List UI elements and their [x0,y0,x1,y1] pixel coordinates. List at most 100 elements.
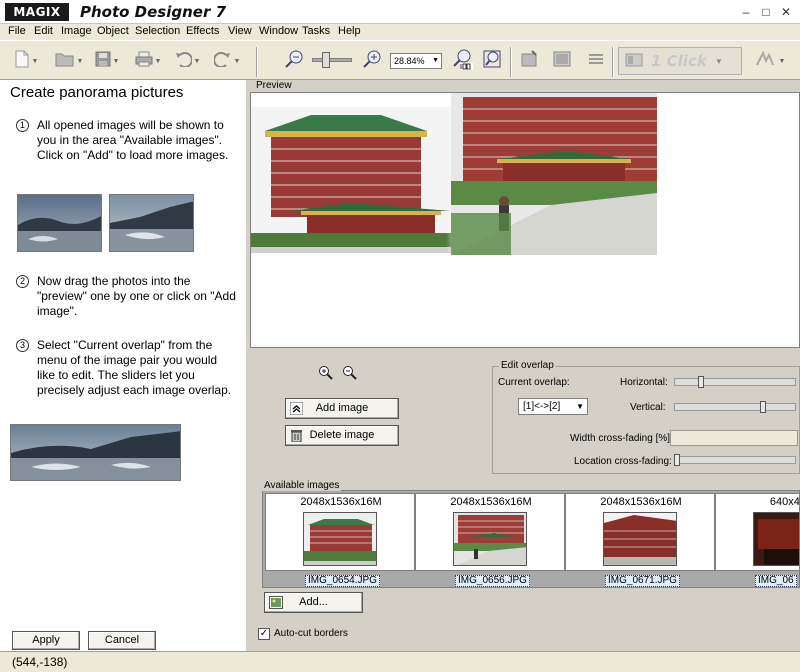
available-images-list[interactable]: 2048x1536x16M IMG_0654.JPG 2048x1536x16M… [262,490,800,588]
available-image-card[interactable]: 640x480 [715,493,799,571]
zoom-slider-thumb[interactable] [322,52,330,68]
auto-cut-borders-label: Auto-cut borders [274,628,348,639]
image-wand-icon [520,49,540,73]
auto-cut-borders-checkbox[interactable]: ✓ [258,628,270,640]
one-click-label: 1 Click [651,52,707,70]
chevron-down-icon: ▼ [233,57,241,65]
step-number: 1 [16,119,29,132]
available-image-item[interactable]: 2048x1536x16M IMG_0654.JPG [265,493,415,587]
magic-tool-button[interactable] [518,49,542,73]
layers-button[interactable] [584,49,608,73]
horizontal-slider-thumb[interactable] [698,376,704,388]
zoom-in-button[interactable] [360,49,384,73]
zoom-out-icon [342,365,358,384]
new-file-icon [14,50,30,72]
close-button[interactable]: ✕ [778,4,794,20]
trash-icon [290,429,303,449]
step-text: All opened images will be shown to you i… [37,118,229,162]
cancel-button[interactable]: Cancel [88,631,156,650]
step-text: Select "Current overlap" from the menu o… [37,338,232,397]
status-bar: (544,-138) [0,651,800,672]
effects-dropdown[interactable]: ▼ [750,49,790,73]
current-overlap-select[interactable]: [1]<->[2] ▼ [518,398,588,415]
app-logo: MAGIX [5,3,69,21]
image-add-icon [269,596,283,616]
menu-view[interactable]: View [228,25,252,37]
available-image-item[interactable]: 2048x1536x16M IMG_0656.JPG [415,493,565,587]
zoom-out-button[interactable] [282,49,306,73]
available-image-card[interactable]: 2048x1536x16M [565,493,715,571]
image-dimensions: 2048x1536x16M [450,496,532,508]
double-chevron-up-icon [289,401,304,422]
zoom-level-value: 28.84% [394,56,425,66]
add-image-button[interactable]: Add image [285,398,399,419]
preview-zoom-out-button[interactable] [340,364,360,384]
zoom-100-button[interactable] [450,49,474,73]
menu-selection[interactable]: Selection [135,25,180,37]
redo-button[interactable]: ▼ [210,49,244,73]
available-images-group: 2048x1536x16M IMG_0654.JPG 2048x1536x16M… [258,480,800,590]
one-click-dropdown[interactable]: 1 Click ▼ [618,47,742,75]
menu-object[interactable]: Object [97,25,129,37]
menu-window[interactable]: Window [259,25,298,37]
new-file-button[interactable]: ▼ [8,49,44,73]
preview-canvas[interactable] [250,92,800,348]
minimize-button[interactable]: – [738,4,754,20]
open-button[interactable]: ▼ [50,49,88,73]
location-cross-fading-slider-thumb[interactable] [674,454,680,466]
vertical-slider-track[interactable] [674,403,796,411]
task-panel: Create panorama pictures 1 All opened im… [0,80,246,656]
menu-bar: File Edit Image Object Selection Effects… [0,24,800,40]
apply-button[interactable]: Apply [12,631,80,650]
toolbar-separator [510,47,512,77]
available-image-item[interactable]: 2048x1536x16M IMG_0671.JPG [565,493,715,587]
toolbar: ▼ ▼ ▼ ▼ ▼ ▼ 28.84% ▼ 1 Click ▼ ▼ [0,40,800,80]
chevron-down-icon: ▼ [778,57,786,65]
zoom-slider-track[interactable] [312,58,352,62]
image-thumbnail [603,512,677,566]
save-button[interactable]: ▼ [90,49,124,73]
add-button[interactable]: Add... [264,592,363,613]
image-filename: IMG_0671.JPG [605,575,680,587]
example-image-2 [109,194,194,252]
location-cross-fading-slider-track[interactable] [674,456,796,464]
undo-icon [174,51,193,71]
available-image-card[interactable]: 2048x1536x16M [415,493,565,571]
available-image-card[interactable]: 2048x1536x16M [265,493,415,571]
toolbar-separator [612,47,614,77]
title-bar: MAGIX Photo Designer 7 – □ ✕ [0,0,800,24]
available-images-legend: Available images [262,480,342,491]
cursor-coordinates: (544,-138) [12,655,68,669]
menu-tasks[interactable]: Tasks [302,25,330,37]
width-cross-fading-slider[interactable] [670,430,798,446]
menu-image[interactable]: Image [61,25,92,37]
horizontal-slider-track[interactable] [674,378,796,386]
menu-effects[interactable]: Effects [186,25,219,37]
available-image-item[interactable]: 640x480 IMG_06 [715,493,799,587]
image-settings-button[interactable] [550,49,574,73]
print-button[interactable]: ▼ [130,49,166,73]
menu-file[interactable]: File [8,25,26,37]
panorama-preview-image [251,93,657,255]
zoom-level-select[interactable]: 28.84% ▼ [390,53,442,69]
maximize-button[interactable]: □ [758,4,774,20]
delete-image-label: Delete image [309,429,375,441]
folder-icon [55,51,75,71]
chevron-down-icon: ▼ [154,57,162,65]
example-panorama-image [10,424,181,481]
image-dimensions: 2048x1536x16M [600,496,682,508]
image-dimensions: 2048x1536x16M [300,496,382,508]
image-thumbnail [453,512,527,566]
preview-zoom-in-button[interactable] [316,364,336,384]
image-settings-icon [552,49,572,73]
image-thumbnail [753,512,799,566]
zoom-in-icon [362,49,382,73]
menu-help[interactable]: Help [338,25,361,37]
zoom-100-icon [451,48,473,74]
menu-edit[interactable]: Edit [34,25,53,37]
zoom-fit-button[interactable] [480,49,504,73]
vertical-slider-thumb[interactable] [760,401,766,413]
undo-button[interactable]: ▼ [170,49,204,73]
delete-image-button[interactable]: Delete image [285,425,399,446]
toolbar-separator [256,47,258,77]
